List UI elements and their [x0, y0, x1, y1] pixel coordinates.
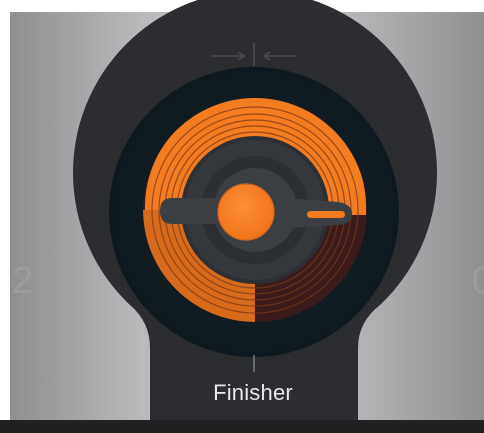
knob-label: Finisher	[213, 380, 293, 405]
finisher-knob[interactable]	[143, 98, 367, 322]
